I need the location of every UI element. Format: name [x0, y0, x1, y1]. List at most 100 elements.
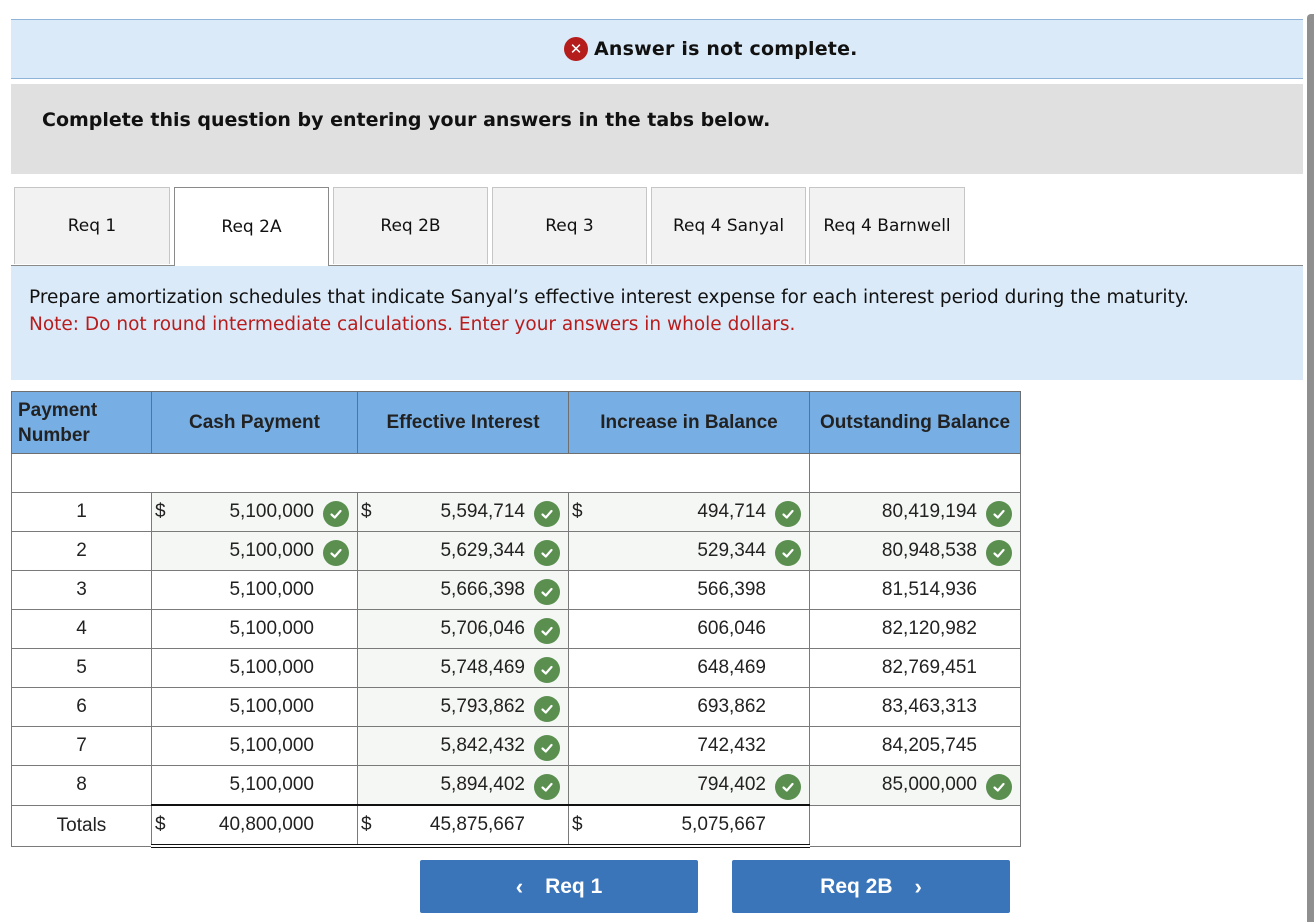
blank-outstanding-cell	[809, 453, 1021, 493]
cash-payment-cell[interactable]: 5,100,000	[151, 726, 358, 766]
cash-payment-cell[interactable]: 5,100,000	[151, 765, 358, 806]
correct-check-icon	[775, 501, 801, 527]
table-row: 1 $5,100,000 $5,594,714 $494,714 80,419,194	[11, 492, 1021, 532]
increase-in-balance-cell[interactable]: 566,398	[568, 570, 810, 610]
instruction-box: Complete this question by entering your …	[11, 84, 1303, 174]
increase-in-balance-cell-value: 693,862	[697, 696, 766, 717]
cash-payment-cell[interactable]: 5,100,000	[151, 531, 358, 571]
table-row: 4 5,100,000 5,706,046 606,046 82,120,982	[11, 609, 1021, 649]
instruction-text: Complete this question by entering your …	[42, 109, 771, 131]
increase-in-balance-cell[interactable]: 648,469	[568, 648, 810, 688]
cash-payment-cell[interactable]: 5,100,000	[151, 648, 358, 688]
increase-in-balance-cell[interactable]: 742,432	[568, 726, 810, 766]
cash-payment-cell[interactable]: 5,100,000	[151, 570, 358, 610]
effective-interest-cell[interactable]: 5,706,046	[357, 609, 569, 649]
effective-interest-cell[interactable]: $5,594,714	[357, 492, 569, 532]
cash-payment-cell-value: 5,100,000	[229, 657, 314, 678]
total-cash-cell: $40,800,000	[151, 804, 358, 848]
correct-check-icon	[534, 657, 560, 683]
correct-check-icon	[534, 618, 560, 644]
header-outstanding-balance: Outstanding Balance	[809, 391, 1021, 454]
currency-symbol: $	[155, 814, 166, 835]
currency-symbol: $	[361, 814, 372, 835]
effective-interest-cell-value: 5,629,344	[440, 540, 525, 561]
outstanding-balance-cell[interactable]: 84,205,745	[809, 726, 1021, 766]
outstanding-balance-cell-value: 82,120,982	[881, 618, 977, 639]
cash-payment-cell-value: 5,100,000	[229, 540, 314, 561]
cash-payment-cell-value: 5,100,000	[229, 696, 314, 717]
increase-in-balance-cell[interactable]: 693,862	[568, 687, 810, 727]
tab-req-4-sanyal[interactable]: Req 4 Sanyal	[651, 187, 806, 264]
outstanding-balance-cell[interactable]: 81,514,936	[809, 570, 1021, 610]
cash-payment-cell-value: 5,100,000	[229, 774, 314, 795]
effective-interest-cell[interactable]: 5,748,469	[357, 648, 569, 688]
total-eff-cell-value: 45,875,667	[429, 814, 525, 835]
cash-payment-cell-value: 5,100,000	[229, 735, 314, 756]
effective-interest-cell[interactable]: 5,894,402	[357, 765, 569, 806]
correct-check-icon	[323, 501, 349, 527]
outstanding-balance-cell[interactable]: 82,769,451	[809, 648, 1021, 688]
tab-req-2b[interactable]: Req 2B	[333, 187, 488, 264]
correct-check-icon	[775, 540, 801, 566]
table-row: 7 5,100,000 5,842,432 742,432 84,205,745	[11, 726, 1021, 766]
table-header-row: Payment Number Cash Payment Effective In…	[11, 391, 1021, 454]
payment-number-cell: 1	[11, 492, 152, 532]
outstanding-balance-cell[interactable]: 82,120,982	[809, 609, 1021, 649]
cash-payment-cell[interactable]: 5,100,000	[151, 687, 358, 727]
correct-check-icon	[986, 540, 1012, 566]
header-effective-interest: Effective Interest	[357, 391, 569, 454]
increase-in-balance-cell[interactable]: 794,402	[568, 765, 810, 806]
header-cash-payment: Cash Payment	[151, 391, 358, 454]
outstanding-balance-cell-value: 80,948,538	[881, 540, 977, 561]
increase-in-balance-cell-value: 529,344	[697, 540, 766, 561]
chevron-left-icon: ‹	[515, 873, 524, 899]
effective-interest-cell-value: 5,894,402	[440, 774, 525, 795]
vertical-scrollbar[interactable]	[1307, 14, 1314, 922]
effective-interest-cell-value: 5,666,398	[440, 579, 525, 600]
increase-in-balance-cell[interactable]: 606,046	[568, 609, 810, 649]
tab-req-2a[interactable]: Req 2A	[174, 187, 329, 266]
answer-status-banner: ✕ Answer is not complete.	[11, 19, 1303, 79]
outstanding-balance-cell-value: 83,463,313	[881, 696, 977, 717]
prompt-text: Prepare amortization schedules that indi…	[29, 287, 1189, 308]
cash-payment-cell-value: 5,100,000	[229, 618, 314, 639]
next-req-2b-button[interactable]: Req 2B ›	[732, 860, 1010, 913]
payment-number-cell: 2	[11, 531, 152, 571]
totals-label: Totals	[11, 804, 152, 847]
cash-payment-cell[interactable]: $5,100,000	[151, 492, 358, 532]
outstanding-balance-cell[interactable]: 85,000,000	[809, 765, 1021, 806]
cash-payment-cell-value: 5,100,000	[229, 579, 314, 600]
tab-req-3[interactable]: Req 3	[492, 187, 647, 264]
outstanding-balance-cell-value: 84,205,745	[881, 735, 977, 756]
tab-req-4-barnwell[interactable]: Req 4 Barnwell	[809, 187, 965, 264]
effective-interest-cell[interactable]: 5,842,432	[357, 726, 569, 766]
increase-in-balance-cell[interactable]: 529,344	[568, 531, 810, 571]
increase-in-balance-cell-value: 494,714	[697, 501, 766, 522]
effective-interest-cell[interactable]: 5,793,862	[357, 687, 569, 727]
effective-interest-cell[interactable]: 5,666,398	[357, 570, 569, 610]
correct-check-icon	[775, 774, 801, 800]
effective-interest-cell-value: 5,748,469	[440, 657, 525, 678]
total-inc-cell-value: 5,075,667	[681, 814, 766, 835]
tab-req-1[interactable]: Req 1	[14, 187, 170, 264]
cash-payment-cell[interactable]: 5,100,000	[151, 609, 358, 649]
currency-symbol: $	[361, 501, 372, 522]
answer-status-text: Answer is not complete.	[594, 38, 858, 60]
total-outstanding-empty-cell	[809, 804, 1021, 847]
blank-row	[11, 453, 1021, 493]
increase-in-balance-cell-value: 606,046	[697, 618, 766, 639]
total-eff-cell: $45,875,667	[357, 804, 569, 848]
payment-number-cell: 6	[11, 687, 152, 727]
outstanding-balance-cell[interactable]: 80,948,538	[809, 531, 1021, 571]
question-prompt: Prepare amortization schedules that indi…	[29, 284, 1309, 338]
prev-req-1-button[interactable]: ‹ Req 1	[420, 860, 698, 913]
outstanding-balance-cell[interactable]: 83,463,313	[809, 687, 1021, 727]
correct-check-icon	[534, 501, 560, 527]
effective-interest-cell[interactable]: 5,629,344	[357, 531, 569, 571]
increase-in-balance-cell[interactable]: $494,714	[568, 492, 810, 532]
correct-check-icon	[534, 774, 560, 800]
outstanding-balance-cell[interactable]: 80,419,194	[809, 492, 1021, 532]
currency-symbol: $	[155, 501, 166, 522]
payment-number-cell: 8	[11, 765, 152, 806]
answer-status: ✕ Answer is not complete.	[564, 37, 858, 61]
